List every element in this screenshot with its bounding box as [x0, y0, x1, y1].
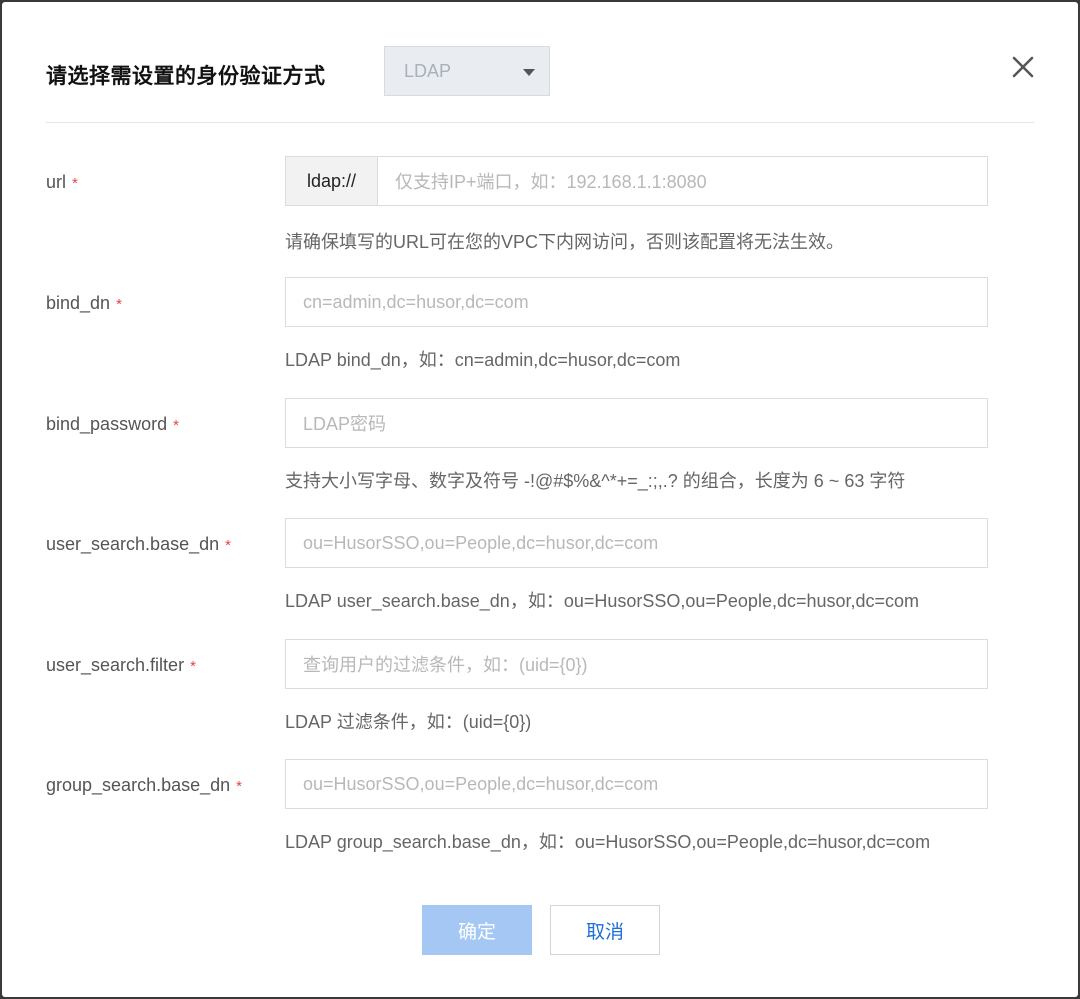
group-search-base-dn-input[interactable]: ou=HusorSSO,ou=People,dc=husor,dc=com [285, 759, 988, 809]
field-label-user-search-base-dn: user_search.base_dn * [46, 534, 231, 554]
user-search-base-dn-hint: LDAP user_search.base_dn，如：ou=HusorSSO,o… [285, 591, 920, 611]
group-search-base-dn-placeholder: ou=HusorSSO,ou=People,dc=husor,dc=com [303, 773, 659, 794]
field-label-bind-dn: bind_dn * [46, 293, 122, 313]
ldap-auth-dialog: 请选择需设置的身份验证方式 LDAP url * ldap:// 仅支持IP+端口… [2, 2, 1078, 997]
url-input[interactable]: ldap:// 仅支持IP+端口，如：192.168.1.1:8080 [285, 156, 988, 206]
cancel-button[interactable]: 取消 [550, 905, 660, 955]
field-label-url: url * [46, 172, 78, 192]
required-mark: * [72, 175, 78, 192]
user-search-filter-placeholder: 查询用户的过滤条件，如：(uid={0}) [303, 655, 588, 675]
group-search-base-dn-hint: LDAP group_search.base_dn，如：ou=HusorSSO,… [285, 832, 931, 852]
field-label-user-search-filter: user_search.filter * [46, 655, 196, 675]
caret-down-icon [523, 69, 535, 76]
dialog-title: 请选择需设置的身份验证方式 [46, 65, 326, 88]
user-search-base-dn-placeholder: ou=HusorSSO,ou=People,dc=husor,dc=com [303, 532, 659, 553]
required-mark: * [236, 778, 242, 795]
required-mark: * [225, 537, 231, 554]
required-mark: * [190, 658, 196, 675]
bind-dn-hint: LDAP bind_dn，如：cn=admin,dc=husor,dc=com [285, 350, 681, 370]
user-search-filter-hint: LDAP 过滤条件，如：(uid={0}) [285, 712, 532, 732]
bind-dn-placeholder: cn=admin,dc=husor,dc=com [303, 291, 529, 312]
auth-type-value: LDAP [404, 61, 452, 81]
bind-password-input[interactable]: LDAP密码 [285, 398, 988, 448]
bind-dn-input[interactable]: cn=admin,dc=husor,dc=com [285, 277, 988, 327]
url-hint: 请确保填写的URL可在您的VPC下内网访问，否则该配置将无法生效。 [285, 232, 845, 252]
field-label-bind-password: bind_password * [46, 414, 179, 434]
dialog-header: 请选择需设置的身份验证方式 LDAP [2, 2, 1078, 124]
header-divider [46, 122, 1034, 123]
bind-password-hint: 支持大小写字母、数字及符号 -!@#$%&^*+=_:;,.? 的组合，长度为 … [285, 471, 906, 491]
confirm-button[interactable]: 确定 [422, 905, 532, 955]
auth-type-select[interactable]: LDAP [384, 46, 550, 96]
user-search-base-dn-input[interactable]: ou=HusorSSO,ou=People,dc=husor,dc=com [285, 518, 988, 568]
field-label-group-search-base-dn: group_search.base_dn * [46, 775, 242, 795]
url-prefix-addon: ldap:// [286, 157, 378, 205]
required-mark: * [173, 417, 179, 434]
close-icon[interactable] [1008, 52, 1038, 82]
required-mark: * [116, 296, 122, 313]
url-placeholder: 仅支持IP+端口，如：192.168.1.1:8080 [395, 172, 707, 192]
bind-password-placeholder: LDAP密码 [303, 414, 387, 434]
user-search-filter-input[interactable]: 查询用户的过滤条件，如：(uid={0}) [285, 639, 988, 689]
